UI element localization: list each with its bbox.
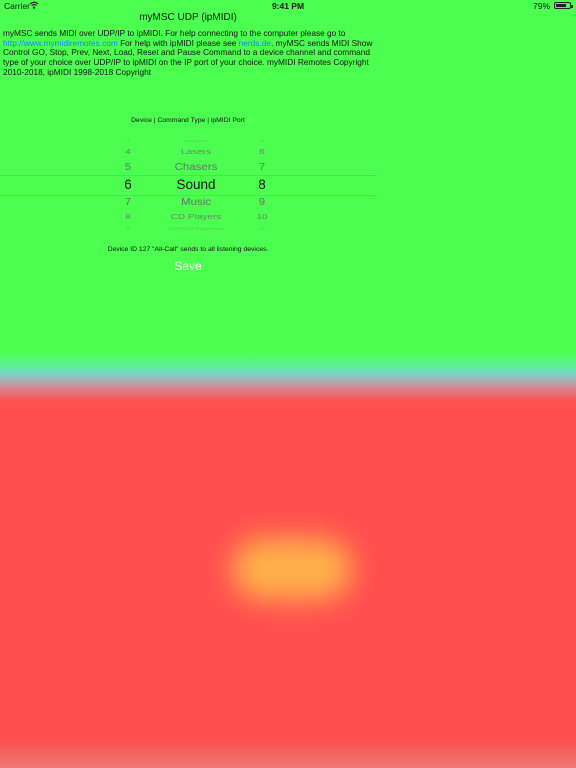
nerds-link[interactable]: nerds.de — [239, 38, 271, 48]
battery-percent: 79% — [532, 1, 550, 11]
picker-command-value: Sound — [176, 177, 216, 192]
picker-port-value: 7 — [258, 161, 266, 173]
picker-command-value: EPROM Playback — [167, 227, 225, 231]
battery-icon — [554, 2, 573, 9]
picker-command-value: CD Players — [170, 212, 222, 221]
picker-row[interactable]: 5 Chasers 7 — [0, 162, 376, 175]
picker-command-value: Lasers — [180, 147, 211, 156]
picker-header: Device | Command Type | ipMIDI Port — [131, 117, 245, 124]
picker-port-value: 8 — [258, 177, 266, 192]
picker-port-value: 10 — [256, 212, 268, 221]
website-link[interactable]: http://www.mymidiremotes.com — [3, 38, 118, 48]
background — [0, 0, 576, 768]
picker-row[interactable]: 9 EPROM Playback 11 — [0, 228, 376, 234]
picker-row[interactable]: 4 Lasers 6 — [0, 148, 376, 159]
picker-command-value: Music — [180, 196, 212, 208]
blurred-overlay-shape — [232, 538, 352, 600]
picker-command-value: Chasers — [174, 161, 218, 173]
picker-command-value: Strobes — [184, 139, 208, 143]
save-button[interactable]: Save — [158, 258, 218, 274]
description-text: myMSC sends MIDI over UDP/IP to ipMIDI. … — [3, 28, 375, 78]
clock: 9:41 PM — [271, 1, 305, 11]
picker-port-value: 5 — [260, 139, 264, 143]
picker-selection-line — [0, 175, 376, 176]
picker-selection-line — [0, 195, 376, 196]
device-command-port-picker[interactable]: 3 Strobes 5 4 Lasers 6 5 Chasers 7 6 Sound 8 7 Music 9… — [0, 136, 376, 236]
picker-port-value: 6 — [259, 147, 265, 156]
status-bar: Carrier 9:41 PM 79% — [0, 0, 576, 12]
picker-row[interactable]: 3 Strobes 5 — [0, 140, 376, 146]
description-part: For help with ipMIDI please see — [117, 37, 239, 48]
description-part: myMSC sends MIDI over UDP/IP to ipMIDI. … — [3, 28, 346, 38]
picker-row-selected[interactable]: 6 Sound 8 — [0, 177, 376, 192]
all-call-note: Device ID 127 "All-Call" sends to all li… — [107, 246, 269, 253]
picker-row[interactable]: 8 CD Players 10 — [0, 213, 376, 224]
picker-port-value: 9 — [258, 196, 266, 208]
picker-port-value: 11 — [258, 227, 266, 231]
page-title: myMSC UDP (ipMIDI) — [139, 12, 237, 23]
picker-row[interactable]: 7 Music 9 — [0, 197, 376, 210]
